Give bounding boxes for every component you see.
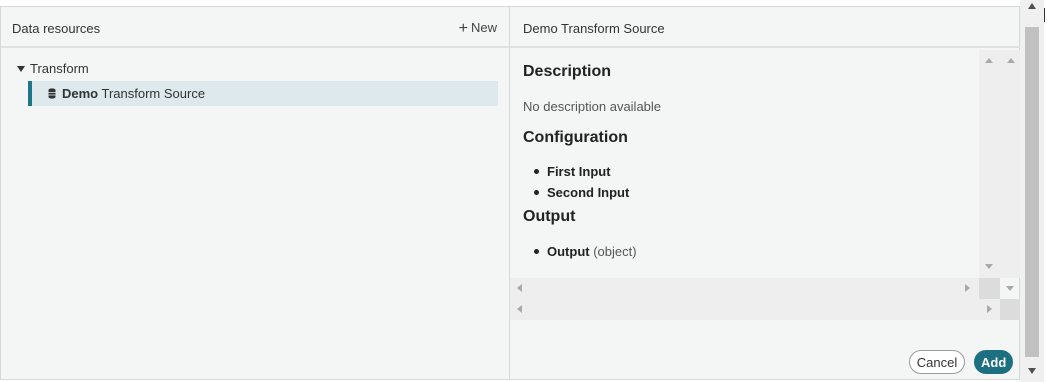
configuration-item-label: First Input bbox=[547, 164, 611, 179]
scroll-down-arrow-icon[interactable] bbox=[1006, 286, 1014, 291]
caret-down-icon[interactable] bbox=[17, 66, 25, 72]
scroll-down-arrow-icon[interactable] bbox=[985, 264, 993, 269]
output-list: Output (object) bbox=[534, 241, 637, 262]
database-icon bbox=[48, 88, 56, 99]
scrollbar-thumb[interactable] bbox=[1025, 27, 1039, 357]
tree-item-demo-transform-source[interactable]: Demo Transform Source bbox=[28, 81, 498, 106]
pane-horizontal-scrollbar[interactable] bbox=[510, 299, 1021, 320]
resource-details-content: Description No description available Con… bbox=[510, 50, 979, 278]
resource-details-title: Demo Transform Source bbox=[523, 21, 665, 36]
configuration-list: First Input Second Input bbox=[534, 161, 629, 203]
resource-details-pane: Demo Transform Source Description No des… bbox=[510, 7, 1021, 379]
new-button-label: New bbox=[470, 20, 497, 35]
scroll-down-arrow-icon[interactable] bbox=[1028, 368, 1036, 374]
scroll-up-arrow-icon[interactable] bbox=[1028, 3, 1036, 9]
content-vertical-scrollbar[interactable] bbox=[979, 50, 1021, 278]
plus-icon: + bbox=[458, 20, 468, 37]
data-resources-pane: Data resources + New Transform Demo Trans… bbox=[1, 7, 510, 379]
add-data-resource-dialog: Data resources + New Transform Demo Trans… bbox=[0, 6, 1021, 380]
scroll-up-arrow-icon[interactable] bbox=[1007, 58, 1015, 63]
page-vertical-scrollbar[interactable] bbox=[1020, 0, 1044, 382]
cancel-button[interactable]: Cancel bbox=[909, 350, 965, 374]
tree-group-transform[interactable]: Transform bbox=[17, 61, 89, 76]
scroll-up-arrow-icon[interactable] bbox=[985, 58, 993, 63]
description-text: No description available bbox=[523, 99, 662, 114]
content-horizontal-scrollbar[interactable] bbox=[510, 278, 1014, 299]
scroll-right-arrow-icon[interactable] bbox=[987, 305, 992, 313]
output-heading: Output bbox=[523, 208, 576, 225]
output-item-type: (object) bbox=[593, 244, 637, 259]
scroll-right-arrow-icon[interactable] bbox=[965, 284, 970, 292]
data-resources-header: Data resources + New bbox=[1, 7, 509, 48]
tree-item-label: Demo Transform Source bbox=[62, 86, 205, 101]
configuration-heading: Configuration bbox=[523, 129, 628, 146]
scroll-left-arrow-icon[interactable] bbox=[517, 305, 522, 313]
output-item-name: Output bbox=[547, 244, 590, 259]
resource-details-header: Demo Transform Source bbox=[510, 7, 1020, 48]
scrollbar-corner bbox=[979, 278, 1000, 299]
description-heading: Description bbox=[523, 63, 612, 80]
tree-item-label-bold: Demo bbox=[62, 86, 99, 101]
edge-divider bbox=[1044, 8, 1045, 22]
scrollbar-corner bbox=[1000, 299, 1021, 320]
scroll-left-arrow-icon[interactable] bbox=[517, 284, 522, 292]
tree-item-label-rest: Transform Source bbox=[98, 86, 206, 101]
add-button[interactable]: Add bbox=[974, 350, 1013, 374]
tree-group-label: Transform bbox=[30, 61, 89, 76]
configuration-item: First Input bbox=[534, 161, 629, 182]
output-item: Output (object) bbox=[534, 241, 637, 262]
configuration-item-label: Second Input bbox=[547, 185, 630, 200]
data-resources-title: Data resources bbox=[12, 21, 101, 36]
new-button[interactable]: + New bbox=[459, 19, 497, 37]
configuration-item: Second Input bbox=[534, 182, 629, 203]
